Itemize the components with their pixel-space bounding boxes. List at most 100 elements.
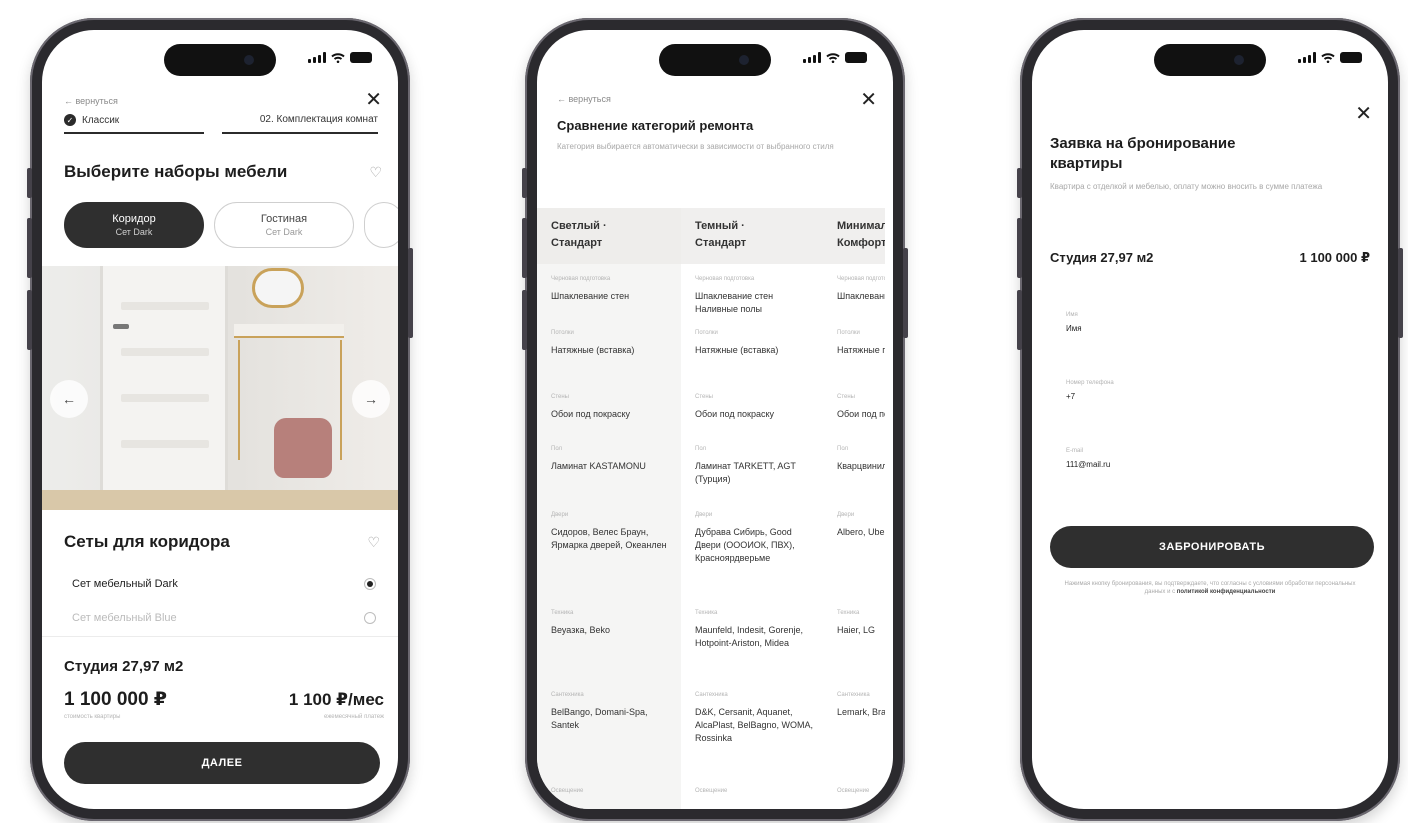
screen: ✕ Заявка на бронирование квартиры Кварти…	[1032, 30, 1388, 809]
comparison-column: Светлый · Стандарт Черновая подготовка Шп…	[537, 208, 681, 809]
set-option[interactable]: Сет мебельный Dark	[64, 578, 376, 590]
name-field[interactable]: Имя Имя	[1066, 312, 1082, 333]
price-total-note: стоимость квартиры	[64, 714, 121, 720]
column-title: Светлый ·	[551, 220, 607, 232]
step-1-label: Классик	[82, 114, 120, 126]
radio-icon[interactable]	[364, 612, 376, 624]
price-row: 1 100 000 ₽ 1 100 ₽/мес	[64, 688, 384, 711]
price-monthly-note: ежемесячный платеж	[323, 714, 384, 720]
column-title: Минимализм	[837, 220, 885, 232]
table-cell: Потолки Натяжные (вставка)	[551, 330, 635, 355]
column-header: Минимализм Комфорт	[825, 208, 885, 264]
column-title: Темный ·	[695, 220, 745, 232]
column-header: Светлый · Стандарт	[537, 208, 681, 264]
mirror-illustration	[252, 268, 304, 308]
side-button	[1017, 218, 1022, 278]
wifi-icon	[1321, 52, 1335, 63]
comparison-column: Темный · Стандарт Черновая подготовка Шпа…	[681, 208, 825, 809]
step-2-number: 02.	[259, 114, 274, 125]
table-cell: Техника Haier, LG	[837, 610, 876, 635]
phone-field[interactable]: Номер телефона +7	[1066, 380, 1114, 401]
table-cell: СтеныОбои под покраску	[837, 394, 885, 419]
side-button	[522, 168, 527, 198]
table-cell: Техника Maunfeld, Indesit, Gorenje, Hotpo…	[695, 610, 804, 649]
table-cell: Освещение	[695, 788, 728, 794]
stepper: ✓ Классик 02. Комплектация комнат	[64, 114, 378, 134]
comparison-column: Минимализм Комфорт Черновая подготовкаШп…	[825, 208, 885, 809]
chip-next[interactable]	[364, 202, 398, 248]
table-cell: Двери Сидоров, Велес Браун, Ярмарка двере…	[551, 512, 667, 551]
chip-title: Гостиная	[260, 213, 308, 225]
sets-title: Сеты для коридора	[64, 532, 230, 551]
set-option-label: Сет мебельный Dark	[72, 578, 178, 590]
apartment-row: Студия 27,97 м2 1 100 000 ₽	[1050, 250, 1370, 266]
chip-corridor[interactable]: Коридор Сет Dark	[64, 202, 204, 248]
phone-mockup-furniture: ← вернуться ✕ ✓ Классик 02. Комплектация…	[27, 18, 413, 821]
check-icon: ✓	[64, 114, 76, 126]
pouf-illustration	[274, 418, 332, 478]
close-icon[interactable]: ✕	[365, 90, 382, 110]
status-bar	[308, 52, 372, 63]
chip-title: Коридор	[112, 213, 156, 225]
screen: ← вернуться ✕ ✓ Классик 02. Комплектация…	[42, 30, 398, 809]
side-button	[1017, 168, 1022, 198]
privacy-policy-link[interactable]: политикой конфиденциальности	[1177, 589, 1276, 595]
email-field[interactable]: E-mail 111@mail.ru	[1066, 448, 1110, 469]
table-cell: Черновая подготовкаШпаклевание стен Нали…	[837, 276, 885, 301]
field-value[interactable]: +7	[1066, 392, 1114, 401]
dynamic-island	[164, 44, 276, 76]
side-button	[27, 218, 32, 278]
step-2-label: Комплектация комнат	[276, 114, 378, 125]
chip-subtitle: Сет Dark	[265, 227, 303, 237]
dynamic-island	[1154, 44, 1266, 76]
close-icon[interactable]: ✕	[1355, 104, 1372, 124]
wifi-icon	[826, 52, 840, 63]
set-option-label: Сет мебельный Blue	[72, 612, 177, 624]
favorite-icon[interactable]: ♡	[367, 534, 380, 551]
table-cell: Техника Веуазка, Beko	[551, 610, 610, 635]
side-button	[27, 290, 32, 350]
page-subtitle: Квартира с отделкой и мебелью, оплату мо…	[1050, 182, 1323, 191]
table-cell: Двери Дубравa Сибирь, Good Двери (ОООИОК,…	[695, 512, 795, 564]
next-button[interactable]: ДАЛЕЕ	[64, 742, 380, 784]
price-notes: стоимость квартиры ежемесячный платеж	[64, 714, 384, 720]
side-button	[522, 218, 527, 278]
field-value[interactable]: Имя	[1066, 324, 1082, 333]
apartment-title: Студия 27,97 м2	[1050, 250, 1154, 265]
chip-living-room[interactable]: Гостиная Сет Dark	[214, 202, 354, 248]
side-button	[27, 168, 32, 198]
side-button	[1017, 290, 1022, 350]
prev-arrow-icon[interactable]: ←	[50, 380, 88, 418]
comparison-table: Светлый · Стандарт Черновая подготовка Шп…	[537, 208, 893, 809]
console-table-illustration	[234, 324, 344, 338]
table-cell: СтеныОбои под покраску	[551, 394, 630, 419]
step-2[interactable]: 02. Комплектация комнат	[222, 114, 378, 134]
signal-icon	[308, 52, 326, 63]
back-link[interactable]: ← вернуться	[557, 94, 611, 104]
next-arrow-icon[interactable]: →	[352, 380, 390, 418]
apartment-price: 1 100 000 ₽	[1299, 250, 1371, 265]
divider	[42, 636, 398, 637]
price-total: 1 100 000 ₽	[64, 689, 168, 710]
side-button	[408, 248, 413, 338]
page-subtitle: Категория выбирается автоматически в зав…	[557, 142, 834, 151]
table-cell: СтеныОбои под покраску	[695, 394, 774, 419]
field-label: E-mail	[1066, 448, 1084, 454]
side-button	[903, 248, 908, 338]
field-value[interactable]: 111@mail.ru	[1066, 460, 1110, 469]
dynamic-island	[659, 44, 771, 76]
book-button[interactable]: ЗАБРОНИРОВАТЬ	[1050, 526, 1374, 568]
field-label: Номер телефона	[1066, 380, 1114, 386]
table-cell: Пол Ламинат KASTAMONU	[551, 446, 646, 471]
radio-selected-icon[interactable]	[364, 578, 376, 590]
phone-mockup-booking: ✕ Заявка на бронирование квартиры Кварти…	[1017, 18, 1403, 821]
set-option[interactable]: Сет мебельный Blue	[64, 612, 376, 624]
table-cell: ДвериAlbero, Ubertu, Техник	[837, 512, 885, 537]
table-cell: Сантехника D&K, Cersanit, Aquanet, AlcaPl…	[695, 692, 814, 744]
back-link[interactable]: ← вернуться	[64, 96, 118, 106]
room-chips: Коридор Сет Dark Гостиная Сет Dark	[64, 202, 398, 248]
apartment-title: Студия 27,97 м2	[64, 658, 184, 675]
step-1[interactable]: ✓ Классик	[64, 114, 204, 134]
close-icon[interactable]: ✕	[860, 90, 877, 110]
favorite-icon[interactable]: ♡	[369, 164, 382, 181]
